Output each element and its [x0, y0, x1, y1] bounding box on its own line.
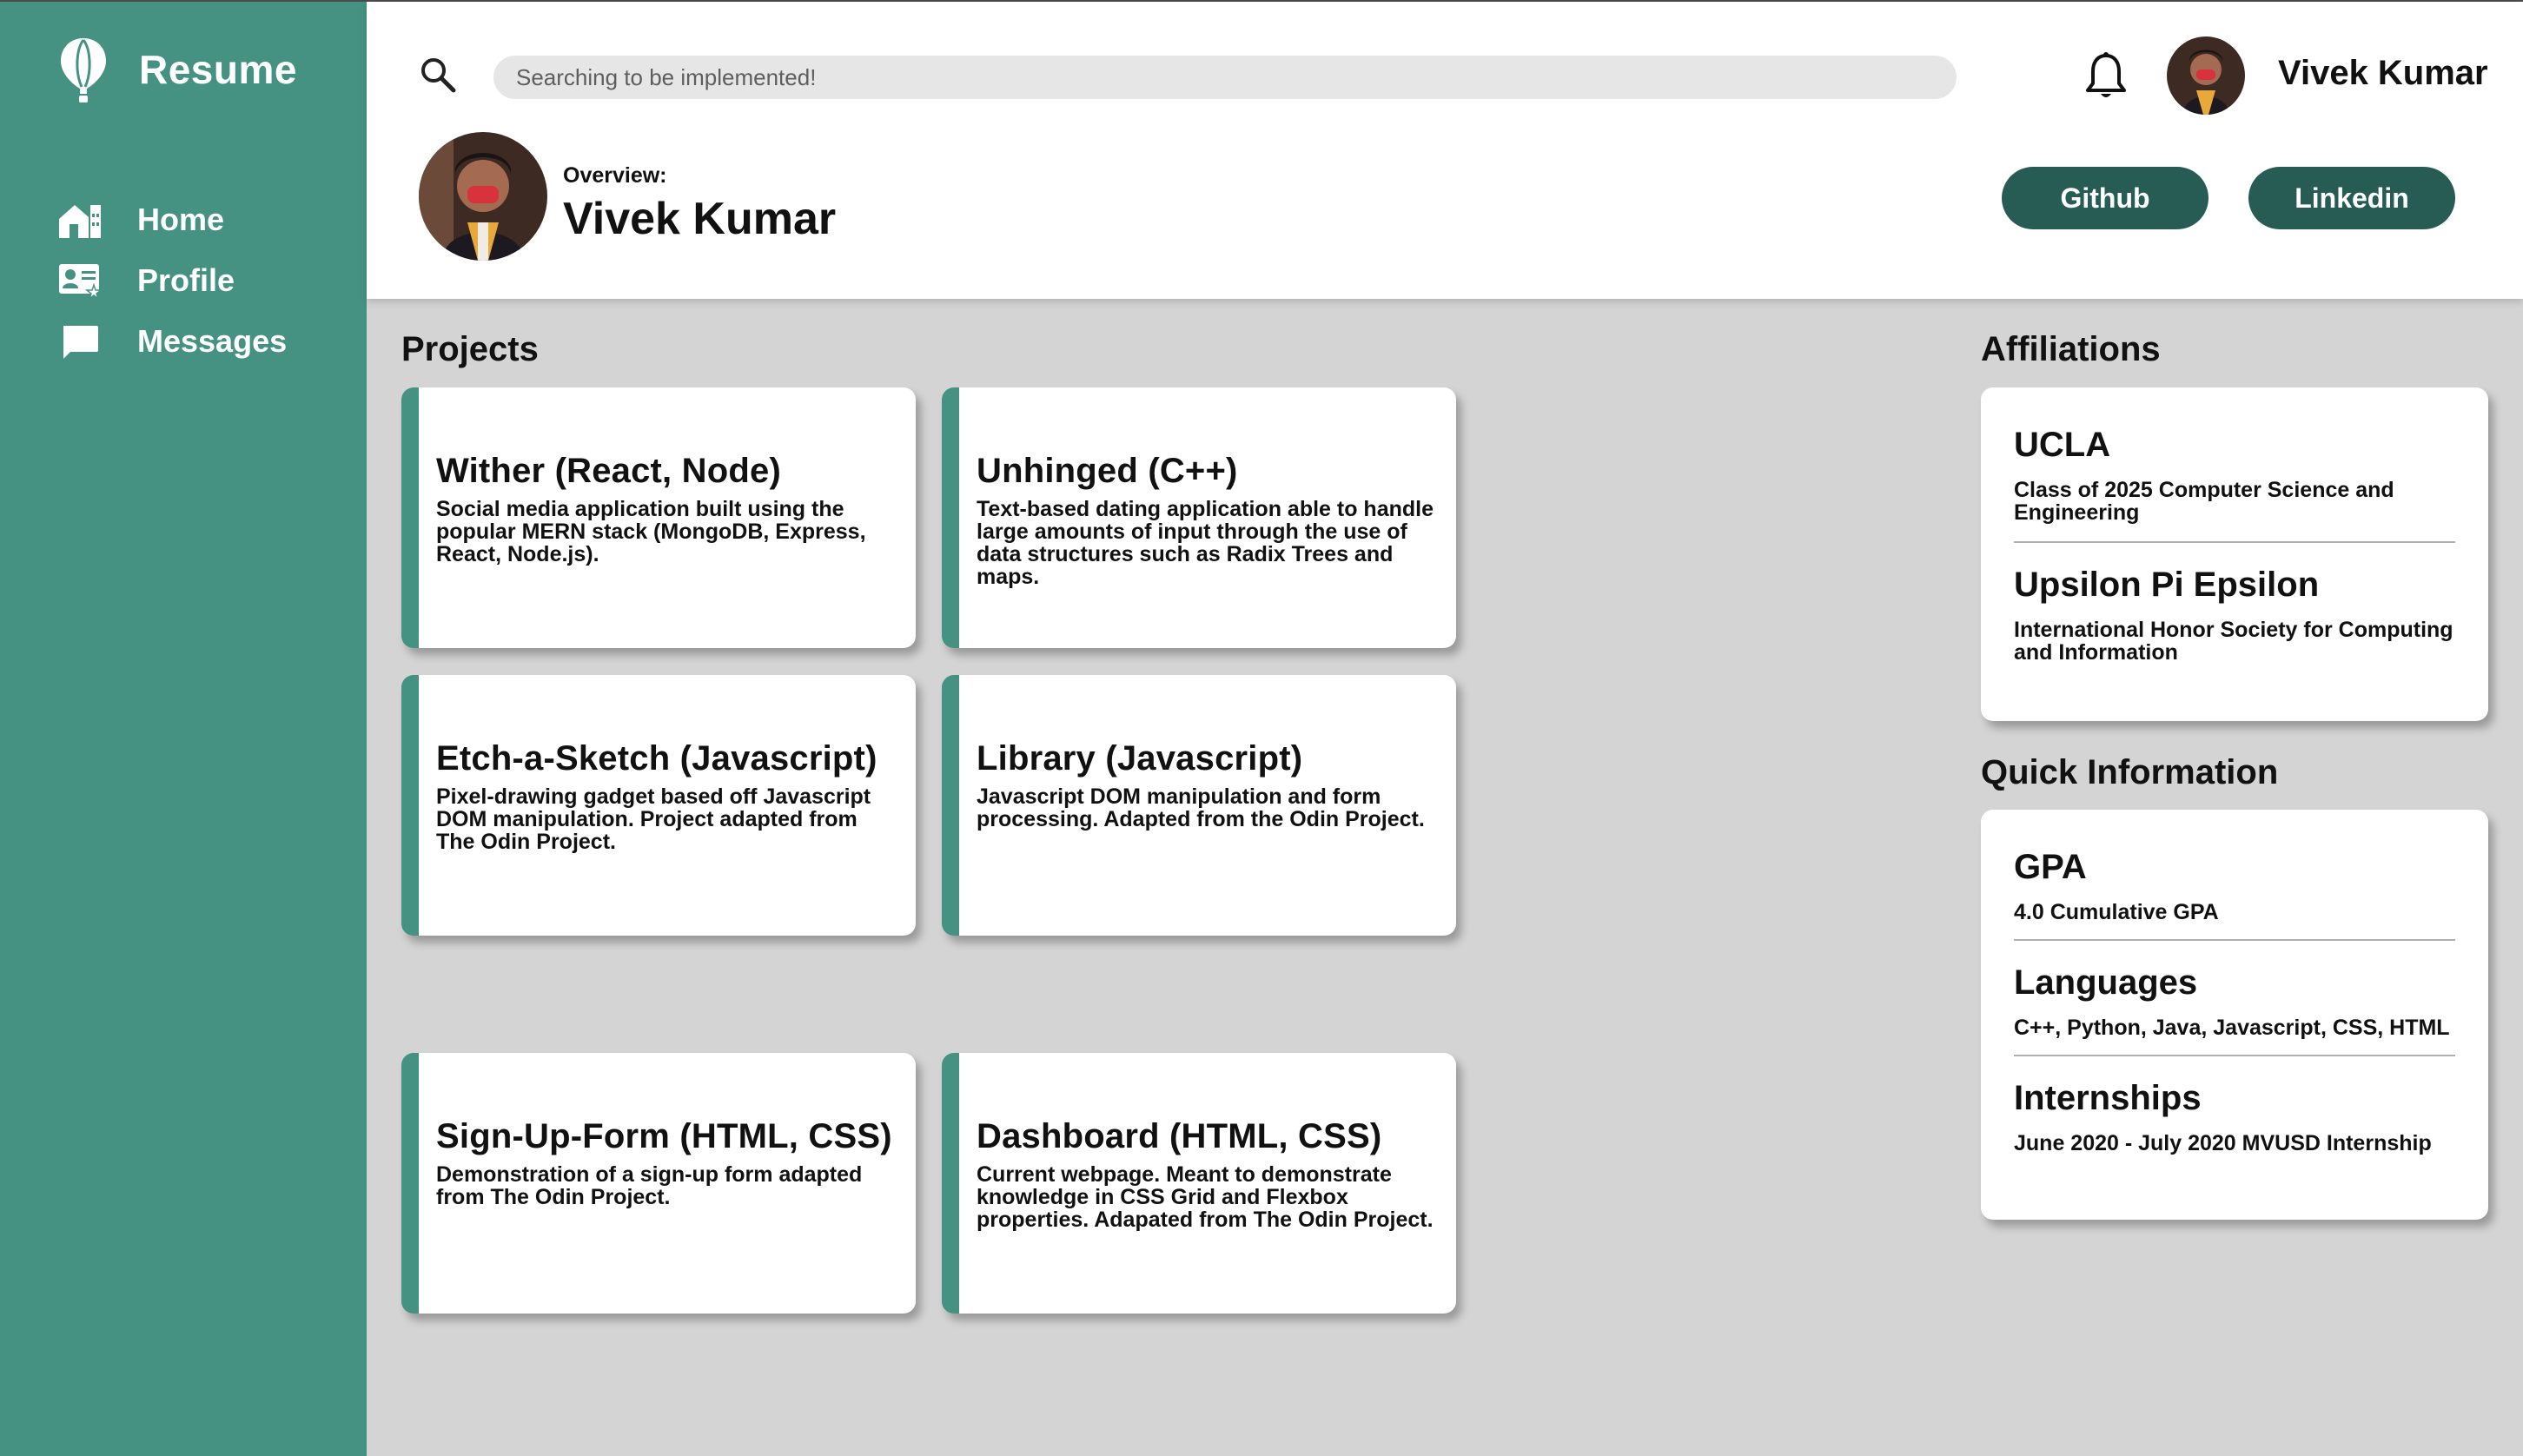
affiliation-item: Upsilon Pi Epsilon International Honor S… — [2014, 543, 2455, 681]
project-description: Demonstration of a sign-up form adapted … — [436, 1162, 863, 1209]
project-card[interactable]: Library (Javascript) Javascript DOM mani… — [942, 675, 1456, 936]
project-description: Text-based dating application able to ha… — [977, 497, 1434, 589]
sidebar-nav: Home Profile Messages — [57, 189, 287, 372]
search-icon[interactable] — [419, 56, 457, 94]
header: Vivek Kumar Overview: Vivek Kumar Github… — [367, 2, 2523, 299]
profile-avatar — [419, 132, 547, 261]
quick-info-item: GPA 4.0 Cumulative GPA — [2014, 810, 2455, 941]
home-icon — [57, 199, 103, 241]
affiliation-description: Class of 2025 Computer Science and Engin… — [2014, 478, 2394, 525]
linkedin-button[interactable]: Linkedin — [2248, 167, 2455, 229]
project-description: Current webpage. Meant to demonstrate kn… — [977, 1162, 1434, 1232]
quick-info-heading: GPA — [2014, 848, 2087, 886]
affiliations-panel: UCLA Class of 2025 Computer Science and … — [1981, 387, 2488, 721]
profile-card-icon — [57, 260, 103, 301]
bell-icon[interactable] — [2082, 50, 2130, 103]
balloon-icon — [61, 38, 106, 103]
affiliation-item: UCLA Class of 2025 Computer Science and … — [2014, 387, 2455, 543]
affiliation-title: Upsilon Pi Epsilon — [2014, 566, 2320, 604]
project-card[interactable]: Wither (React, Node) Social media applic… — [401, 387, 916, 648]
quick-info-heading: Internships — [2014, 1079, 2202, 1117]
quick-info-panel: GPA 4.0 Cumulative GPA Languages C++, Py… — [1981, 810, 2488, 1220]
quick-info-item: Internships June 2020 - July 2020 MVUSD … — [2014, 1056, 2455, 1170]
project-description: Social media application built using the… — [436, 497, 866, 566]
project-description: Pixel-drawing gadget based off Javascrip… — [436, 784, 871, 854]
affiliations-title: Affiliations — [1981, 330, 2161, 368]
page-title: Vivek Kumar — [563, 194, 837, 244]
overview-label: Overview: — [563, 163, 667, 188]
project-description: Javascript DOM manipulation and form pro… — [977, 784, 1425, 831]
project-card[interactable]: Unhinged (C++) Text-based dating applica… — [942, 387, 1456, 648]
affiliation-description: International Honor Society for Computin… — [2014, 618, 2453, 665]
project-card[interactable]: Etch-a-Sketch (Javascript) Pixel-drawing… — [401, 675, 916, 936]
quick-info-value: 4.0 Cumulative GPA — [2014, 900, 2219, 924]
project-title: Dashboard (HTML, CSS) — [977, 1117, 1382, 1155]
quick-info-title: Quick Information — [1981, 753, 2279, 791]
sidebar-item-label: Messages — [137, 323, 288, 359]
sidebar-item-home[interactable]: Home — [57, 189, 287, 250]
quick-info-value: C++, Python, Java, Javascript, CSS, HTML — [2014, 1016, 2450, 1040]
user-name: Vivek Kumar — [2278, 54, 2488, 92]
avatar[interactable] — [2167, 36, 2245, 115]
project-card[interactable]: Dashboard (HTML, CSS) Current webpage. M… — [942, 1053, 1456, 1314]
message-icon — [57, 321, 103, 362]
quick-info-item: Languages C++, Python, Java, Javascript,… — [2014, 941, 2455, 1056]
sidebar-item-messages[interactable]: Messages — [57, 311, 287, 372]
project-title: Sign-Up-Form (HTML, CSS) — [436, 1117, 892, 1155]
brand-name: Resume — [139, 47, 297, 92]
search-input[interactable] — [493, 56, 1957, 99]
sidebar-item-label: Home — [137, 202, 225, 237]
sidebar-item-profile[interactable]: Profile — [57, 250, 287, 311]
sidebar-item-label: Profile — [137, 262, 235, 298]
github-button[interactable]: Github — [2002, 167, 2208, 229]
quick-info-value: June 2020 - July 2020 MVUSD Internship — [2014, 1131, 2432, 1155]
project-title: Wither (React, Node) — [436, 452, 782, 490]
project-title: Etch-a-Sketch (Javascript) — [436, 739, 877, 778]
project-title: Library (Javascript) — [977, 739, 1303, 778]
project-title: Unhinged (C++) — [977, 452, 1238, 490]
quick-info-heading: Languages — [2014, 963, 2198, 1002]
sidebar: Resume Home Profile Messages — [0, 2, 367, 1456]
affiliation-title: UCLA — [2014, 426, 2111, 464]
project-card[interactable]: Sign-Up-Form (HTML, CSS) Demonstration o… — [401, 1053, 916, 1314]
projects-title: Projects — [401, 330, 539, 368]
brand[interactable]: Resume — [57, 35, 297, 104]
